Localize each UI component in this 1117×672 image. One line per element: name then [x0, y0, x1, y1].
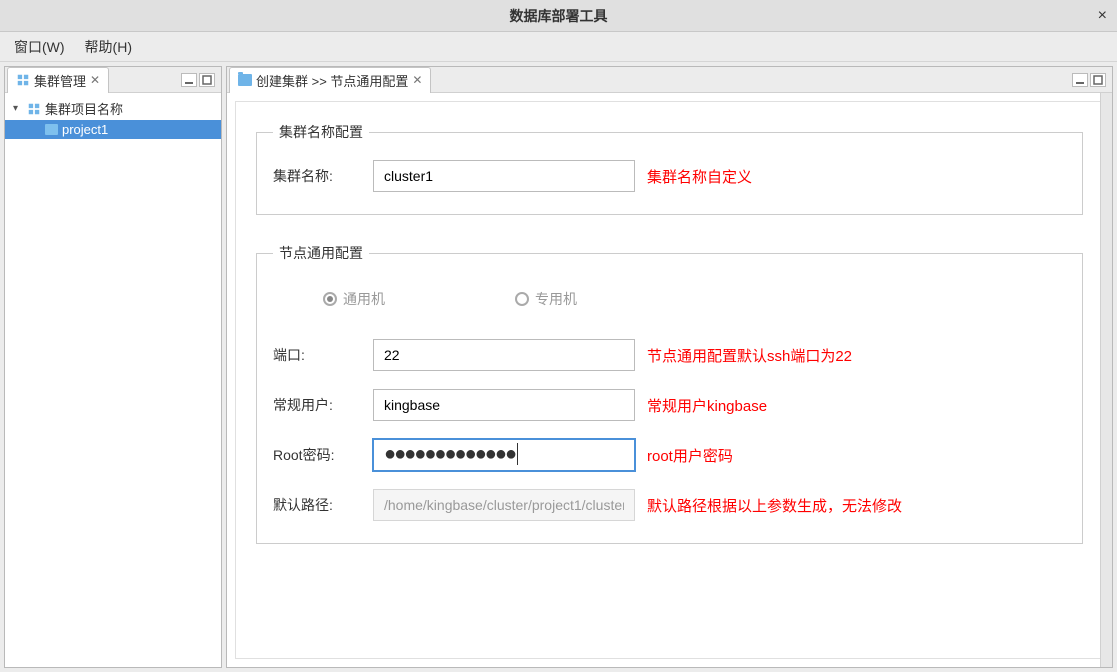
user-row: 常规用户: 常规用户kingbase	[273, 389, 1066, 421]
tree-project-row[interactable]: project1	[5, 120, 221, 139]
port-label: 端口:	[273, 345, 373, 365]
radio-dedicated-machine[interactable]: 专用机	[515, 289, 577, 309]
cluster-name-annotation: 集群名称自定义	[647, 166, 752, 187]
menu-window[interactable]: 窗口(W)	[14, 37, 65, 57]
project-tree: ▾ 集群项目名称 project1	[5, 93, 221, 667]
minimize-view-button[interactable]	[1072, 73, 1088, 87]
radio-general-label: 通用机	[343, 289, 385, 309]
cluster-name-label: 集群名称:	[273, 166, 373, 186]
content-area: 集群名称配置 集群名称: 集群名称自定义 节点通用配置 通用机	[235, 101, 1104, 659]
default-path-row: 默认路径: 默认路径根据以上参数生成，无法修改	[273, 489, 1066, 521]
user-label: 常规用户:	[273, 395, 373, 415]
right-pane: 创建集群 >> 节点通用配置 ✕ 集群名称配置 集群名称: 集群名称自定义	[226, 66, 1113, 668]
left-pane-controls	[181, 73, 215, 87]
maximize-view-button[interactable]	[199, 73, 215, 87]
tree-expander-icon[interactable]: ▾	[13, 103, 23, 114]
cluster-name-row: 集群名称: 集群名称自定义	[273, 160, 1066, 192]
tab-cluster-management[interactable]: 集群管理 ✕	[7, 67, 109, 93]
workspace: 集群管理 ✕ ▾ 集群项目名称 project1 创建集群	[0, 62, 1117, 672]
left-pane: 集群管理 ✕ ▾ 集群项目名称 project1	[4, 66, 222, 668]
tab-close-icon[interactable]: ✕	[90, 73, 100, 87]
right-pane-tabbar: 创建集群 >> 节点通用配置 ✕	[227, 67, 1112, 93]
machine-type-radios: 通用机 专用机	[273, 289, 1066, 309]
port-annotation: 节点通用配置默认ssh端口为22	[647, 345, 852, 366]
left-pane-tabbar: 集群管理 ✕	[5, 67, 221, 93]
root-password-input[interactable]: ●●●●●●●●●●●●●	[373, 439, 635, 471]
cluster-name-input[interactable]	[373, 160, 635, 192]
tree-project-label: project1	[62, 122, 108, 137]
tab-node-config[interactable]: 创建集群 >> 节点通用配置 ✕	[229, 67, 431, 93]
cluster-root-icon	[27, 102, 41, 116]
port-row: 端口: 节点通用配置默认ssh端口为22	[273, 339, 1066, 371]
maximize-view-button[interactable]	[1090, 73, 1106, 87]
menubar: 窗口(W) 帮助(H)	[0, 32, 1117, 62]
cluster-icon	[16, 73, 30, 87]
port-input[interactable]	[373, 339, 635, 371]
tab-node-config-label: 创建集群 >> 节点通用配置	[256, 71, 408, 90]
radio-checked-icon	[323, 292, 337, 306]
window-close-button[interactable]: ×	[1098, 7, 1107, 25]
folder-icon	[238, 74, 252, 86]
radio-dedicated-label: 专用机	[535, 289, 577, 309]
default-path-label: 默认路径:	[273, 495, 373, 515]
titlebar: 数据库部署工具 ×	[0, 0, 1117, 32]
window-title: 数据库部署工具	[510, 6, 608, 26]
root-password-label: Root密码:	[273, 445, 373, 465]
radio-unchecked-icon	[515, 292, 529, 306]
root-password-annotation: root用户密码	[647, 445, 733, 466]
right-scrollbar-gutter[interactable]	[1100, 93, 1112, 667]
minimize-view-button[interactable]	[181, 73, 197, 87]
node-config-legend: 节点通用配置	[273, 243, 369, 263]
user-annotation: 常规用户kingbase	[647, 395, 767, 416]
tab-close-icon[interactable]: ✕	[412, 73, 422, 87]
user-input[interactable]	[373, 389, 635, 421]
tree-root-label: 集群项目名称	[45, 99, 123, 118]
default-path-input	[373, 489, 635, 521]
root-password-row: Root密码: ●●●●●●●●●●●●● root用户密码	[273, 439, 1066, 471]
default-path-annotation: 默认路径根据以上参数生成，无法修改	[647, 495, 902, 516]
cluster-name-fieldset: 集群名称配置 集群名称: 集群名称自定义	[256, 122, 1083, 215]
menu-help[interactable]: 帮助(H)	[85, 37, 132, 57]
cluster-name-legend: 集群名称配置	[273, 122, 369, 142]
tab-cluster-management-label: 集群管理	[34, 71, 86, 90]
right-pane-controls	[1072, 73, 1106, 87]
tree-root-row[interactable]: ▾ 集群项目名称	[5, 97, 221, 120]
radio-general-machine[interactable]: 通用机	[323, 289, 385, 309]
node-config-fieldset: 节点通用配置 通用机 专用机 端口: 节点通用配置默认ssh端口为22	[256, 243, 1083, 544]
folder-icon	[45, 124, 58, 135]
text-cursor	[517, 443, 518, 465]
